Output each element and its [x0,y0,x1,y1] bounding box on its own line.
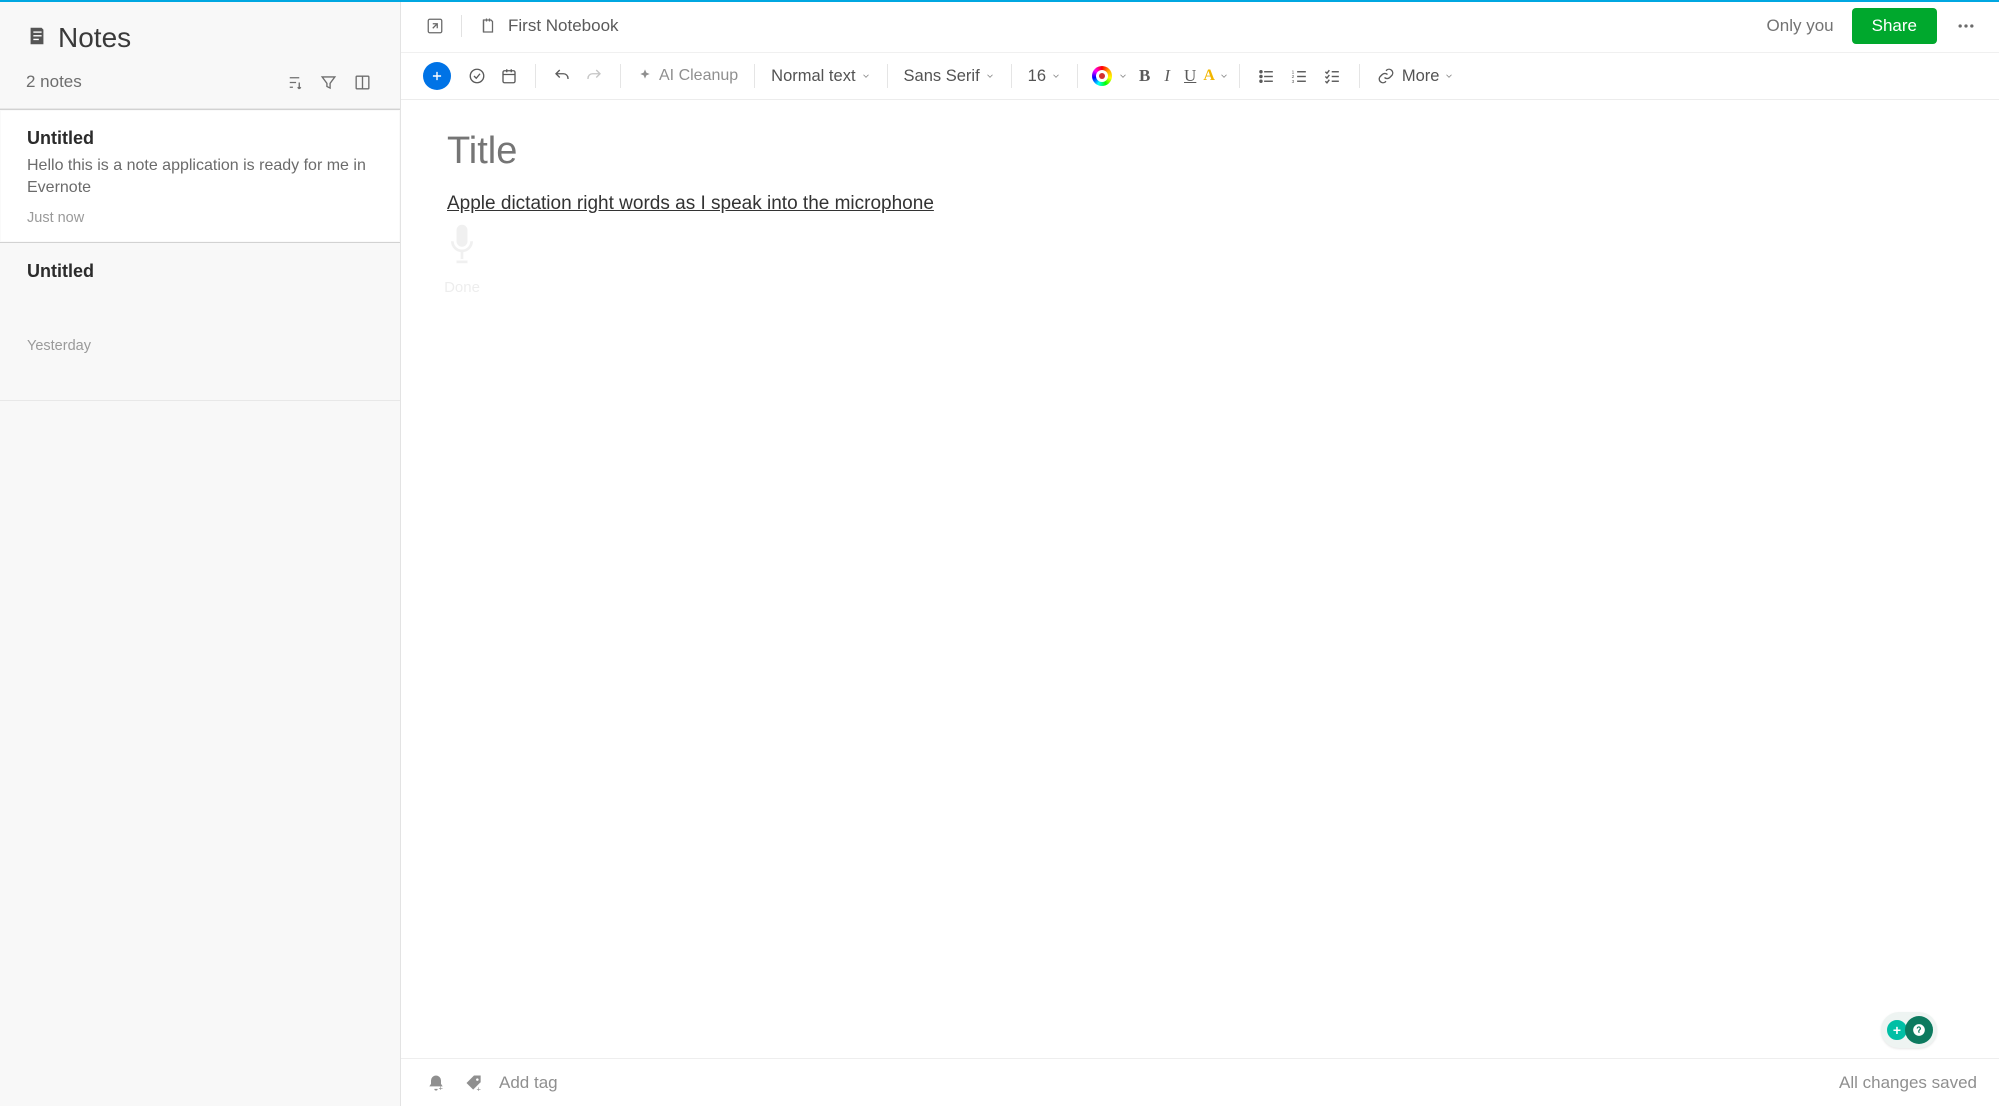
svg-text:3: 3 [1291,78,1294,84]
underline-button[interactable]: U [1177,60,1203,92]
bulleted-list-icon[interactable] [1250,60,1283,92]
svg-text:+: + [477,1084,482,1093]
dictation-overlay: Done [429,222,495,296]
ai-cleanup-label: AI Cleanup [659,67,738,85]
filter-icon[interactable] [316,70,340,94]
notes-icon [26,25,48,52]
divider [887,64,888,88]
sort-icon[interactable] [282,70,306,94]
sidebar: Notes 2 notes Untitled Hello this is a n… [0,0,401,1106]
notes-count: 2 notes [26,72,272,92]
view-toggle-icon[interactable] [350,70,374,94]
save-status: All changes saved [1839,1073,1977,1093]
highlight-color-picker[interactable]: A [1203,67,1229,85]
divider [620,64,621,88]
note-item-meta: Yesterday [27,338,373,354]
notes-list: Untitled Hello this is a note applicatio… [0,108,400,401]
undo-icon[interactable] [546,60,578,92]
only-you-label[interactable]: Only you [1767,16,1834,36]
notebook-label: First Notebook [508,16,619,36]
divider [1359,64,1360,88]
numbered-list-icon[interactable]: 123 [1283,60,1316,92]
divider [1239,64,1240,88]
share-button[interactable]: Share [1852,8,1937,44]
calendar-icon[interactable] [493,60,525,92]
divider [535,64,536,88]
paragraph-style-select[interactable]: Normal text [765,67,876,86]
ai-cleanup-button[interactable]: AI Cleanup [631,67,744,85]
note-item-meta: Just now [27,210,373,226]
insert-button[interactable] [423,62,451,90]
help-widget[interactable]: + [1881,1012,1937,1048]
sidebar-title: Notes [58,22,131,54]
add-tag-input[interactable]: Add tag [499,1073,558,1093]
link-icon[interactable] [1370,60,1402,92]
divider [1011,64,1012,88]
note-item[interactable]: Untitled Yesterday [0,243,400,401]
font-color-picker[interactable] [1088,66,1132,86]
editor-toolbar: AI Cleanup Normal text Sans Serif 16 [401,52,1999,100]
editor-body[interactable]: Apple dictation right words as I speak i… [401,100,1999,1058]
checklist-icon[interactable] [1316,60,1349,92]
bold-button[interactable]: B [1132,60,1157,92]
notebook-selector[interactable]: First Notebook [476,14,619,38]
divider [1077,64,1078,88]
more-actions-icon[interactable] [1951,11,1981,41]
note-item-preview [27,288,373,328]
main-area: First Notebook Only you Share [401,0,1999,1106]
help-icon [1905,1016,1933,1044]
svg-text:+: + [439,1083,444,1092]
notebook-icon [476,14,500,38]
redo-icon[interactable] [578,60,610,92]
tag-icon[interactable]: + [461,1070,487,1096]
more-toolbar-button[interactable]: More [1402,67,1455,86]
microphone-icon [445,222,479,271]
expand-icon[interactable] [423,14,447,38]
reminder-icon[interactable]: + [423,1070,449,1096]
note-body-text[interactable]: Apple dictation right words as I speak i… [447,193,1953,215]
note-item[interactable]: Untitled Hello this is a note applicatio… [0,109,400,243]
note-title-input[interactable] [447,130,1953,173]
note-header: First Notebook Only you Share [401,0,1999,52]
task-icon[interactable] [461,60,493,92]
note-footer: + + Add tag All changes saved [401,1058,1999,1106]
note-item-title: Untitled [27,128,373,149]
font-size-select[interactable]: 16 [1022,67,1067,86]
divider [461,15,462,37]
divider [754,64,755,88]
note-item-preview: Hello this is a note application is read… [27,155,373,200]
note-item-title: Untitled [27,261,373,282]
italic-button[interactable]: I [1157,60,1177,92]
font-family-select[interactable]: Sans Serif [898,67,1001,86]
dictation-done-label: Done [444,279,480,296]
